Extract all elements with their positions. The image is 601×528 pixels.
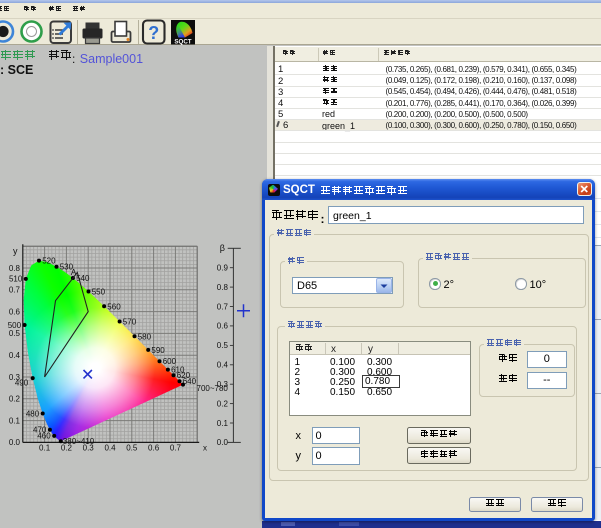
svg-text:0.0: 0.0 — [217, 438, 229, 447]
svg-text:0.1: 0.1 — [217, 419, 229, 428]
svg-text:0.6: 0.6 — [148, 444, 160, 453]
svg-text:SQCT: SQCT — [174, 38, 191, 45]
svg-text:0.5: 0.5 — [9, 329, 21, 338]
svg-text:y: y — [13, 246, 18, 256]
svg-text:490: 490 — [15, 379, 29, 388]
svg-text:460: 460 — [37, 432, 51, 441]
svg-text:380~410: 380~410 — [63, 437, 95, 446]
svg-text:0.7: 0.7 — [170, 444, 182, 453]
svg-text:0.0: 0.0 — [9, 438, 21, 447]
svg-text:590: 590 — [151, 346, 165, 355]
svg-text:570: 570 — [123, 318, 137, 327]
svg-text:520: 520 — [42, 257, 56, 266]
svg-text:0.7: 0.7 — [217, 302, 229, 311]
svg-text:500: 500 — [8, 321, 22, 330]
svg-text:0.6: 0.6 — [217, 322, 229, 331]
svg-text:0.8: 0.8 — [9, 264, 21, 273]
svg-text:0.5: 0.5 — [217, 341, 229, 350]
svg-text:x: x — [203, 444, 207, 453]
svg-text:0.2: 0.2 — [217, 399, 229, 408]
svg-text:0.3: 0.3 — [217, 380, 229, 389]
svg-text:β: β — [220, 243, 225, 253]
svg-text:0.1: 0.1 — [9, 416, 21, 425]
svg-text:0.6: 0.6 — [9, 307, 21, 316]
svg-text:0.4: 0.4 — [217, 361, 229, 370]
svg-text:0.7: 0.7 — [9, 286, 21, 295]
svg-text:A: A — [71, 267, 77, 277]
svg-text:0.5: 0.5 — [126, 444, 138, 453]
svg-text:0.1: 0.1 — [39, 444, 51, 453]
svg-text:0.4: 0.4 — [9, 351, 21, 360]
svg-text:?: ? — [148, 23, 159, 43]
svg-text:550: 550 — [92, 288, 106, 297]
svg-text:510: 510 — [9, 275, 23, 284]
svg-text:0.9: 0.9 — [217, 264, 229, 273]
svg-text:580: 580 — [138, 332, 152, 341]
svg-text:480: 480 — [26, 409, 40, 418]
svg-text:0.4: 0.4 — [104, 444, 116, 453]
svg-text:560: 560 — [107, 302, 121, 311]
svg-text:0.8: 0.8 — [217, 283, 229, 292]
svg-text:0.2: 0.2 — [9, 395, 21, 404]
